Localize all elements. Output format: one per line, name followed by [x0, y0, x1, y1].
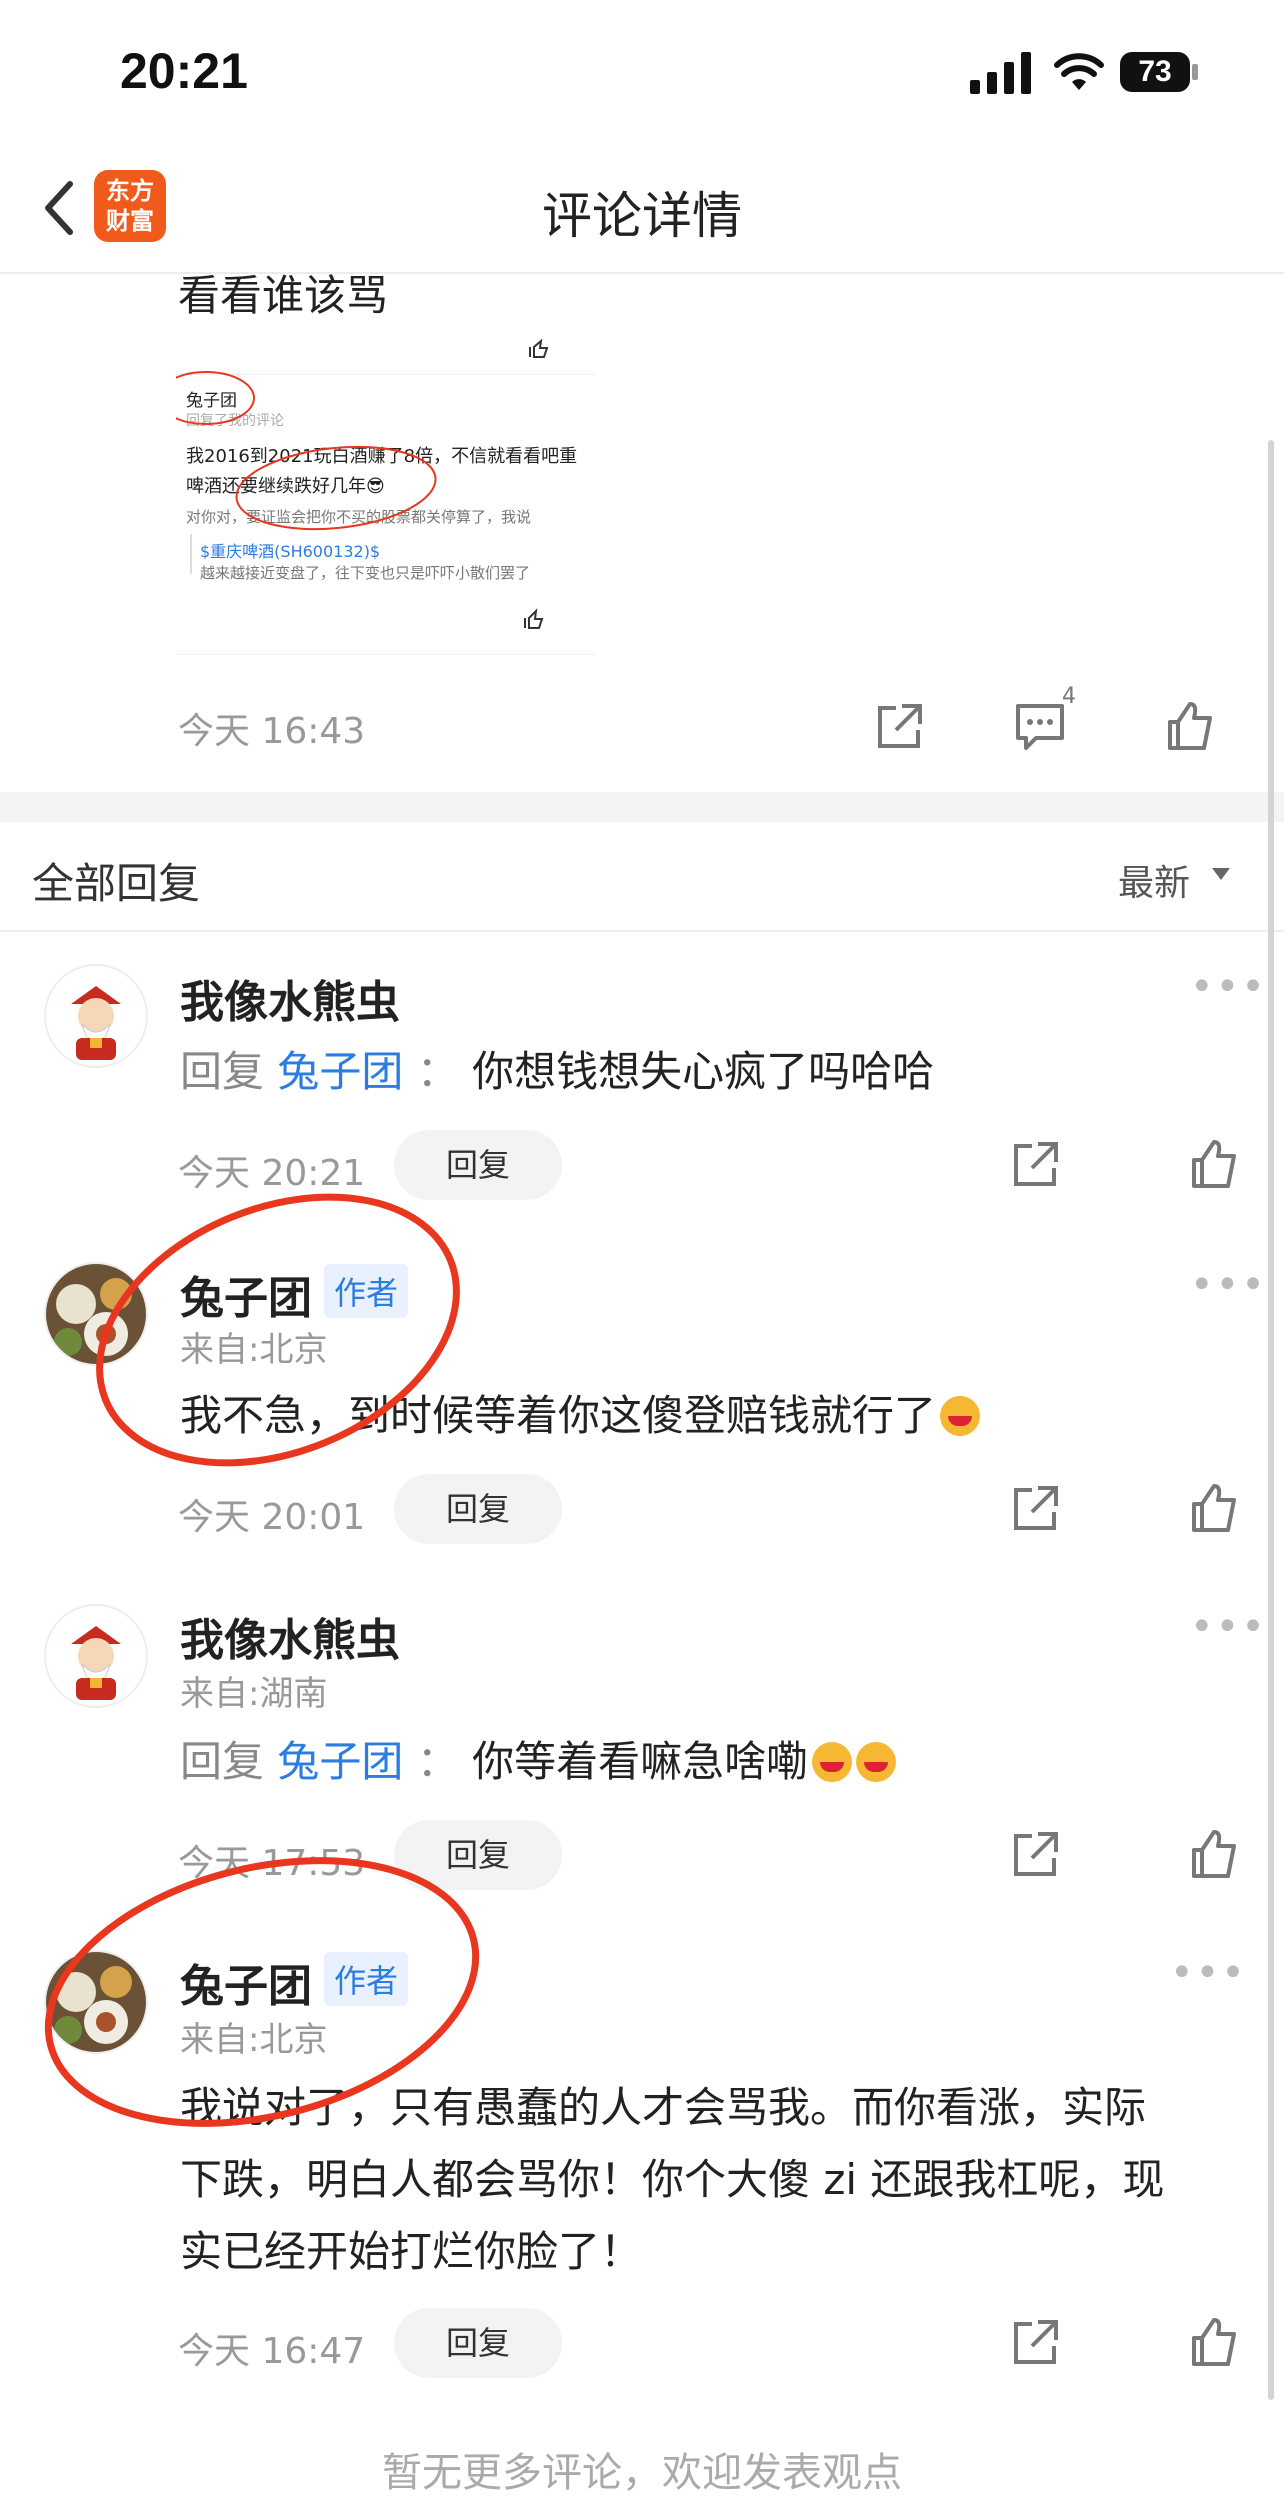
share-icon[interactable] — [1008, 2314, 1064, 2370]
avatar[interactable] — [44, 964, 148, 1068]
share-icon[interactable] — [872, 698, 928, 754]
divider — [0, 930, 1284, 932]
laughing-emoji-icon — [856, 1742, 897, 1782]
status-time: 20:21 — [120, 43, 248, 99]
page-title: 评论详情 — [542, 187, 742, 245]
no-more-comments-hint: 暂无更多评论，欢迎发表观点 — [382, 2450, 902, 2496]
cartoon-avatar-icon — [46, 966, 146, 1066]
scrollbar[interactable] — [1268, 440, 1274, 2400]
more-icon[interactable]: ••• — [1190, 1262, 1267, 1308]
like-icon[interactable] — [1186, 2314, 1242, 2370]
like-icon[interactable] — [1186, 1480, 1242, 1536]
reply-button[interactable]: 回复 — [394, 2308, 562, 2378]
like-icon[interactable] — [1186, 1136, 1242, 1192]
sort-dropdown[interactable]: 最新 — [1118, 854, 1190, 906]
comment-text: 你想钱想失心疯了吗哈哈 — [472, 1047, 935, 1096]
share-icon[interactable] — [1008, 1480, 1064, 1536]
more-icon[interactable]: ••• — [1190, 1604, 1267, 1650]
share-icon[interactable] — [1008, 1136, 1064, 1192]
chevron-down-icon[interactable] — [1212, 868, 1230, 880]
annotation-circles — [176, 371, 437, 531]
comment-timestamp: 今天 16:47 — [178, 2331, 366, 2372]
section-divider — [0, 792, 1284, 822]
wifi-icon — [1054, 53, 1104, 90]
battery-level: 73 — [1138, 55, 1172, 88]
reply-prefix: 回复 — [180, 1047, 265, 1096]
battery-icon: 73 — [1120, 50, 1200, 94]
annotation-circles — [44, 1193, 480, 2127]
share-icon[interactable] — [1008, 1826, 1064, 1882]
comment-text: 你等着看嘛急啥嘞 — [472, 1737, 809, 1786]
more-icon[interactable]: ••• — [1190, 964, 1267, 1010]
more-icon[interactable]: ••• — [1170, 1950, 1247, 1996]
comment-count: 4 — [1062, 684, 1076, 709]
comment-body: 回复 兔子团 ： 你想钱想失心疯了吗哈哈 — [180, 1036, 934, 1108]
comment-username[interactable]: 我像水熊虫 — [180, 966, 400, 1030]
laughing-emoji-icon — [940, 1396, 981, 1436]
comment-icon[interactable] — [1012, 698, 1068, 754]
embedded-screenshot[interactable]: 兔子团 回复了我的评论 我2016到2021玩白酒赚了8倍，不信就看看吧重 啤酒… — [176, 338, 596, 658]
laughing-emoji-icon — [812, 1742, 853, 1782]
like-icon[interactable] — [1162, 698, 1218, 754]
post-timestamp: 今天 16:43 — [178, 711, 366, 752]
mention-link[interactable]: 兔子团 — [277, 1047, 403, 1096]
mention-separator: ： — [416, 1047, 459, 1096]
post-text: 看看谁该骂 — [178, 271, 389, 314]
cellular-signal-icon — [970, 52, 1031, 94]
comment-text-line: 实已经开始打烂你脸了！ — [180, 2227, 643, 2276]
like-icon[interactable] — [1186, 1826, 1242, 1882]
section-title: 全部回复 — [32, 859, 201, 908]
